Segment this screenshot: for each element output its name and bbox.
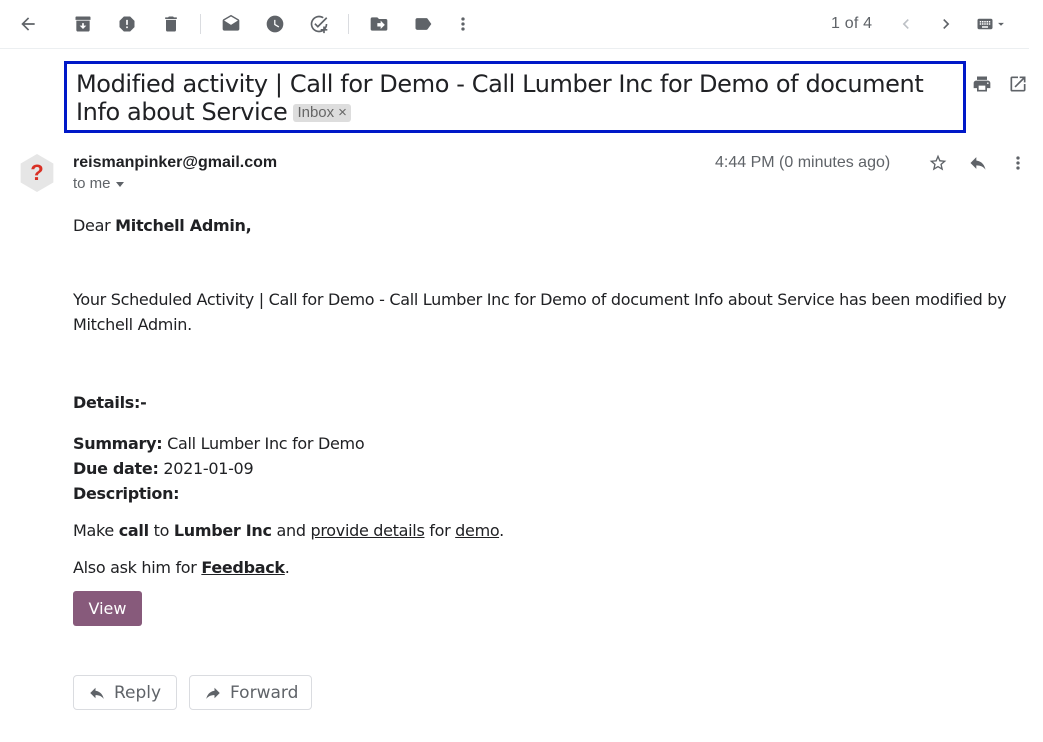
older-chevron-right-icon[interactable]	[934, 12, 958, 36]
desc-and: and	[271, 521, 311, 540]
snooze-icon[interactable]	[263, 12, 287, 36]
archive-icon[interactable]	[71, 12, 95, 36]
desc-to: to	[148, 521, 174, 540]
desc-for: for	[424, 521, 456, 540]
ask-prefix: Also ask him for	[73, 558, 202, 577]
description-line: Description:	[73, 481, 1013, 506]
recipient-text: to me	[73, 175, 111, 192]
demo-link[interactable]: demo	[455, 521, 499, 540]
reply-button[interactable]: Reply	[73, 675, 177, 710]
pagination-count: 1 of 4	[831, 15, 873, 32]
message-timestamp: 4:44 PM (0 minutes ago)	[715, 154, 891, 171]
inbox-label-chip[interactable]: Inbox ×	[293, 104, 351, 122]
provide-details-link[interactable]: provide details	[311, 521, 425, 540]
remove-label-icon[interactable]: ×	[338, 104, 347, 121]
subject-highlight-box: Modified activity | Call for Demo - Call…	[64, 61, 966, 133]
toolbar-divider	[348, 14, 349, 34]
delete-icon[interactable]	[159, 12, 183, 36]
description-text: Make call to Lumber Inc and provide deta…	[73, 518, 1013, 543]
due-date-label: Due date:	[73, 459, 159, 478]
feedback-line: Also ask him for Feedback.	[73, 555, 1013, 580]
forward-label: Forward	[230, 682, 299, 703]
email-subject: Modified activity | Call for Demo - Call…	[76, 70, 956, 126]
details-heading-text: Details:-	[73, 393, 147, 412]
mark-unread-icon[interactable]	[219, 12, 243, 36]
keyboard-input-tools-icon[interactable]	[972, 12, 1012, 36]
desc-make: Make	[73, 521, 119, 540]
star-icon[interactable]	[928, 153, 948, 173]
due-date-value: 2021-01-09	[158, 459, 254, 478]
print-icon[interactable]	[972, 74, 992, 94]
greeting-name: Mitchell Admin,	[115, 216, 252, 235]
forward-arrow-icon	[206, 687, 220, 699]
summary-line: Summary: Call Lumber Inc for Demo	[73, 431, 1013, 456]
desc-end: .	[499, 521, 504, 540]
summary-value: Call Lumber Inc for Demo	[162, 434, 365, 453]
feedback-link[interactable]: Feedback	[201, 558, 285, 577]
newer-chevron-left-icon[interactable]	[894, 12, 918, 36]
sender-avatar: ?	[20, 154, 54, 192]
more-vert-icon[interactable]	[451, 12, 475, 36]
ask-end: .	[284, 558, 290, 577]
recipient-details-toggle[interactable]: to me	[73, 175, 124, 192]
labels-icon[interactable]	[411, 12, 435, 36]
report-spam-icon[interactable]	[115, 12, 139, 36]
back-arrow-icon[interactable]	[16, 12, 40, 36]
toolbar-divider	[200, 14, 201, 34]
due-date-line: Due date: 2021-01-09	[73, 456, 1013, 481]
reply-icon[interactable]	[968, 153, 988, 173]
more-options-icon[interactable]	[1008, 153, 1028, 173]
forward-button[interactable]: Forward	[189, 675, 312, 710]
intro-paragraph: Your Scheduled Activity | Call for Demo …	[73, 290, 1007, 334]
sender-email[interactable]: reismanpinker@gmail.com	[73, 154, 277, 172]
details-heading: Details:-	[73, 390, 1013, 415]
greeting: Dear Mitchell Admin,	[73, 213, 1013, 238]
summary-label: Summary:	[73, 434, 163, 453]
toolbar: 1 of 4	[0, 0, 1029, 49]
open-in-new-window-icon[interactable]	[1008, 74, 1028, 94]
inbox-label-text: Inbox	[297, 104, 335, 121]
greeting-prefix: Dear	[73, 216, 116, 235]
desc-call: call	[118, 521, 149, 540]
desc-company: Lumber Inc	[173, 521, 272, 540]
description-label: Description:	[73, 484, 180, 503]
subject-text: Modified activity | Call for Demo - Call…	[76, 70, 924, 126]
move-to-icon[interactable]	[367, 12, 391, 36]
caret-down-icon	[115, 181, 124, 187]
view-button[interactable]: View	[73, 591, 142, 626]
reply-arrow-icon	[90, 687, 104, 699]
reply-label: Reply	[114, 682, 162, 703]
add-task-icon[interactable]	[307, 12, 331, 36]
